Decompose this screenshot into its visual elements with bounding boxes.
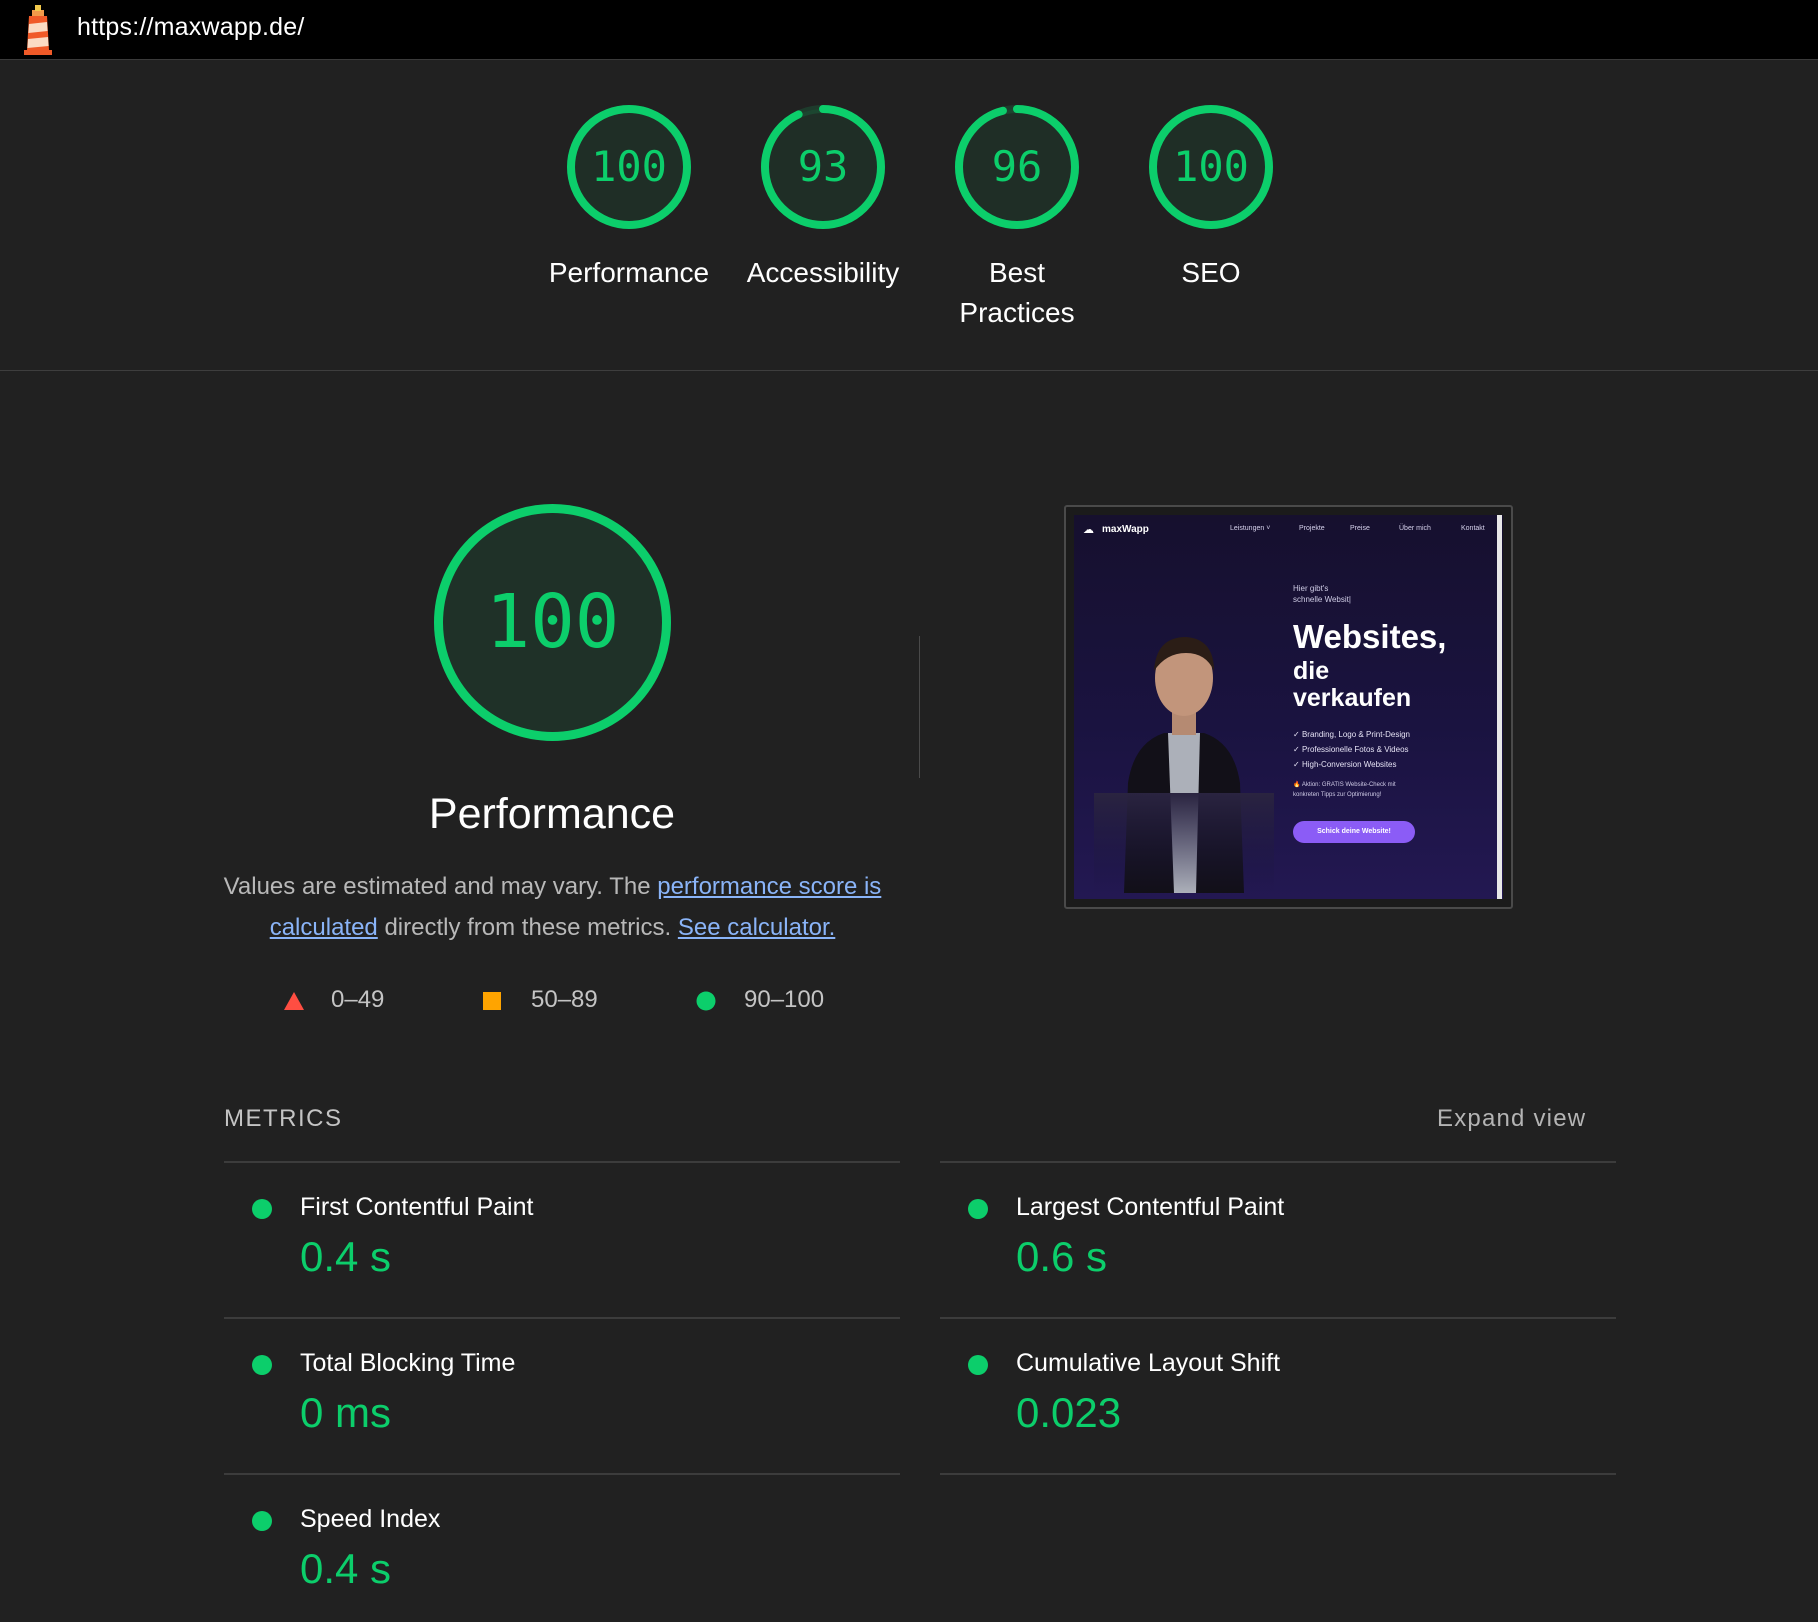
performance-score: 100: [486, 579, 620, 665]
thumb-promo-line: konkreten Tipps zur Optimierung!: [1293, 792, 1382, 798]
gauge-performance[interactable]: 100 Performance: [529, 101, 729, 293]
thumb-nav-item: Projekte: [1299, 525, 1325, 532]
metric-value: 0.023: [1016, 1389, 1122, 1436]
red-triangle-icon: [284, 992, 304, 1010]
legend-pass: 90–100: [696, 985, 824, 1015]
gauge-score: 93: [798, 142, 849, 191]
performance-score-gauge: 100: [434, 504, 671, 741]
legend-range: 0–49: [331, 986, 385, 1013]
gauge-accessibility[interactable]: 93 Accessibility: [723, 101, 923, 293]
check-icon: ✓: [1293, 730, 1302, 739]
pass-dot-icon: [968, 1199, 988, 1219]
metric-label: Largest Contentful Paint: [1016, 1193, 1285, 1221]
gauge-label: SEO: [1181, 257, 1241, 288]
gauge-best-practices[interactable]: 96 Best Practices: [917, 101, 1117, 333]
legend-range: 50–89: [531, 986, 598, 1013]
see-calculator-link[interactable]: See calculator.: [678, 914, 835, 941]
person-photo-icon: [1094, 637, 1274, 893]
thumb-promo-line: 🔥 Aktion: GRATIS Website-Check mit: [1293, 782, 1396, 788]
score-ring-icon: 100: [567, 105, 691, 229]
thumb-headline: Websites,: [1293, 618, 1447, 655]
screenshot-image: ☁ maxWapp Leistungen ˅ Projekte Preise Ü…: [1074, 515, 1503, 899]
final-screenshot[interactable]: ☁ maxWapp Leistungen ˅ Projekte Preise Ü…: [1064, 505, 1513, 909]
metric-value: 0.6 s: [1016, 1233, 1108, 1280]
check-icon: ✓: [1293, 760, 1302, 769]
thumb-promo: 🔥 Aktion: GRATIS Website-Check mit konkr…: [1293, 780, 1443, 800]
thumb-bullets: ✓ Branding, Logo & Print-Design ✓ Profes…: [1293, 727, 1410, 772]
thumb-bullet: ✓ High-Conversion Websites: [1293, 760, 1397, 769]
thumb-headline-line: die: [1293, 657, 1330, 685]
score-ring-icon: 100: [1149, 105, 1273, 229]
pass-dot-icon: [252, 1511, 272, 1531]
thumb-nav-item: Preise: [1350, 525, 1370, 532]
section-divider: [919, 636, 920, 778]
metric-speed-index[interactable]: Speed Index 0.4 s: [224, 1473, 900, 1622]
legend-average: 50–89: [482, 985, 598, 1015]
performance-title: Performance: [428, 790, 676, 838]
metric-label: Speed Index: [300, 1505, 441, 1533]
gauge-label: Performance: [548, 257, 710, 288]
thumb-bullet: ✓ Branding, Logo & Print-Design: [1293, 730, 1410, 739]
gauge-label: Accessibility: [746, 257, 900, 288]
metric-value: 0 ms: [300, 1389, 392, 1436]
top-bar: https://maxwapp.de/: [0, 0, 1818, 60]
gauge-seo[interactable]: 100 SEO: [1111, 101, 1311, 293]
metric-label: Cumulative Layout Shift: [1016, 1349, 1281, 1377]
description-text: Values are estimated and may vary. The: [223, 873, 658, 900]
pass-dot-icon: [252, 1199, 272, 1219]
expand-view-button[interactable]: Expand view: [1437, 1105, 1586, 1133]
category-gauges: 100 Performance 93 Accessibility 96 Best…: [0, 61, 1818, 371]
metric-label: Total Blocking Time: [300, 1349, 516, 1377]
brand-logo-icon: ☁: [1083, 524, 1094, 536]
metric-value: 0.4 s: [300, 1233, 392, 1280]
green-circle-icon: [696, 991, 716, 1011]
fire-icon: 🔥: [1293, 782, 1302, 788]
thumb-tagline-line: schnelle Websit|: [1293, 595, 1351, 604]
check-icon: ✓: [1293, 745, 1302, 754]
metric-divider: [940, 1473, 1616, 1475]
thumb-cta-button: Schick deine Website!: [1293, 821, 1415, 843]
performance-description: Values are estimated and may vary. The p…: [220, 866, 885, 948]
legend-fail: 0–49: [283, 985, 384, 1015]
thumb-headline-line: verkaufen: [1293, 684, 1412, 712]
pass-dot-icon: [252, 1355, 272, 1375]
thumb-nav-item: Über mich: [1399, 525, 1431, 532]
thumb-brand: maxWapp: [1102, 524, 1149, 535]
thumb-nav-item: Leistungen ˅: [1230, 525, 1271, 532]
lighthouse-icon: [24, 5, 52, 55]
thumb-scrollbar: [1497, 515, 1502, 899]
description-text: directly from these metrics.: [377, 914, 678, 941]
thumb-nav: ☁ maxWapp Leistungen ˅ Projekte Preise Ü…: [1074, 515, 1503, 545]
legend-range: 90–100: [744, 986, 825, 1013]
score-ring-icon: 93: [761, 105, 885, 229]
gauge-label: Best Practices: [959, 257, 1075, 328]
metric-first-contentful-paint[interactable]: First Contentful Paint 0.4 s: [224, 1161, 900, 1317]
metric-largest-contentful-paint[interactable]: Largest Contentful Paint 0.6 s: [940, 1161, 1616, 1317]
orange-square-icon: [483, 992, 501, 1010]
pass-dot-icon: [968, 1355, 988, 1375]
metric-label: First Contentful Paint: [300, 1193, 534, 1221]
metric-value: 0.4 s: [300, 1545, 392, 1592]
metric-total-blocking-time[interactable]: Total Blocking Time 0 ms: [224, 1317, 900, 1473]
thumb-tagline-line: Hier gibt's: [1293, 584, 1329, 593]
gauge-score: 100: [1173, 142, 1249, 191]
thumb-nav-item: Kontakt: [1461, 525, 1485, 532]
thumb-bullet: ✓ Professionelle Fotos & Videos: [1293, 745, 1409, 754]
page-url[interactable]: https://maxwapp.de/: [77, 13, 305, 42]
thumb-headline-rest: die verkaufen: [1293, 658, 1411, 712]
metric-cumulative-layout-shift[interactable]: Cumulative Layout Shift 0.023: [940, 1317, 1616, 1473]
gauge-score: 100: [591, 142, 667, 191]
score-ring-icon: 96: [955, 105, 1079, 229]
gauge-score: 96: [992, 142, 1043, 191]
thumb-tagline: Hier gibt's schnelle Websit|: [1293, 583, 1403, 605]
metrics-heading: METRICS: [224, 1105, 343, 1132]
